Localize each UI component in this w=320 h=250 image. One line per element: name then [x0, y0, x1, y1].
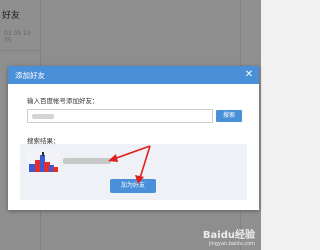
- watermark: Baidu经验 jingyan.baidu.com: [203, 226, 255, 247]
- user-avatar[interactable]: [27, 150, 60, 174]
- watermark-sub: jingyan.baidu.com: [208, 241, 255, 247]
- add-friend-button[interactable]: 加为好友: [110, 179, 156, 193]
- blurred-input-text: [32, 114, 54, 119]
- add-friend-dialog: 添加好友 ✕ 输入百度帐号添加好友： 搜索 搜索结果： 加为好友: [8, 66, 259, 210]
- blurred-user-name: [63, 158, 111, 164]
- dialog-header: 添加好友 ✕: [8, 66, 259, 84]
- account-input[interactable]: [27, 109, 213, 123]
- input-label: 输入百度帐号添加好友：: [27, 97, 99, 105]
- close-icon[interactable]: ✕: [243, 69, 255, 81]
- search-button[interactable]: 搜索: [216, 110, 242, 122]
- dialog-title: 添加好友: [15, 71, 45, 80]
- watermark-main: Baidu经验: [202, 230, 255, 241]
